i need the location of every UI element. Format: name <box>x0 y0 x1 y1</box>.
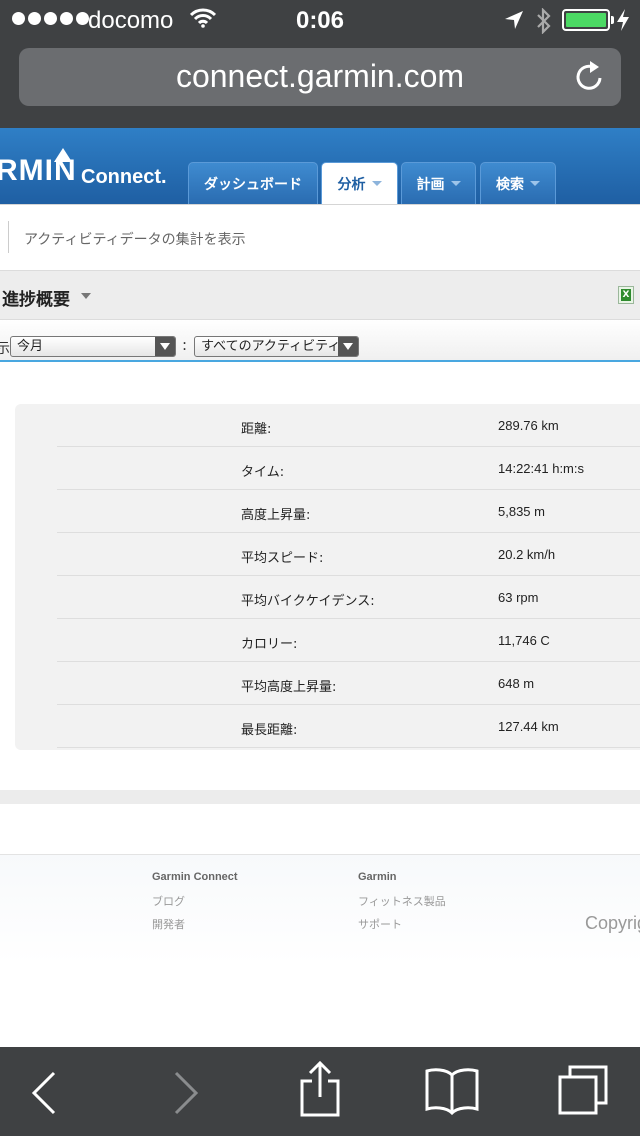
filter-bar: 示 今月 すべてのアクティビティ <box>0 320 640 362</box>
garmin-triangle-icon <box>54 148 72 162</box>
stat-value: 11,746 C <box>498 633 550 648</box>
filter-separator: : <box>182 336 188 354</box>
battery-icon <box>562 9 614 31</box>
stat-row-avg-speed: 平均スピード: 20.2 km/h <box>57 533 640 576</box>
section-title[interactable]: 進捗概要 <box>2 285 70 310</box>
stat-value: 5,835 m <box>498 504 545 519</box>
stat-label: カロリー: <box>241 637 298 652</box>
chevron-down-icon <box>530 181 540 186</box>
stat-row-elevation-gain: 高度上昇量: 5,835 m <box>57 490 640 533</box>
page-description: アクティビティデータの集計を表示 <box>24 232 246 248</box>
stat-value: 127.44 km <box>498 719 559 734</box>
copyright-text: Copyrig <box>585 913 640 933</box>
chevron-down-icon <box>450 181 461 186</box>
stat-label: 高度上昇量: <box>241 508 311 523</box>
subheader: アクティビティデータの集計を表示 <box>0 204 640 270</box>
stat-value: 63 rpm <box>498 590 539 605</box>
dropdown-arrow-icon <box>338 337 358 356</box>
footer-heading: Garmin Connect <box>152 871 238 883</box>
stat-row-longest-distance: 最長距離: 127.44 km <box>57 705 640 748</box>
stat-value: 20.2 km/h <box>498 547 556 562</box>
tab-label: ダッシュボード <box>204 176 302 193</box>
chevron-down-icon[interactable] <box>81 293 91 299</box>
address-bar[interactable]: connect.garmin.com <box>19 48 621 106</box>
share-icon[interactable] <box>298 1061 342 1117</box>
stat-label: 平均高度上昇量: <box>241 680 337 695</box>
section-header: 進捗概要 X <box>0 270 640 320</box>
forward-icon[interactable] <box>172 1071 200 1115</box>
period-select[interactable]: 今月 <box>10 336 176 357</box>
footer-link-support[interactable]: サポート <box>358 916 402 932</box>
tab-plan[interactable]: 計画 <box>401 162 476 204</box>
tabs-icon[interactable] <box>556 1065 612 1117</box>
footer-link-blog[interactable]: ブログ <box>152 893 185 909</box>
stat-label: 平均バイクケイデンス: <box>241 594 375 609</box>
location-arrow-icon <box>505 11 523 29</box>
footer-link-developers[interactable]: 開発者 <box>152 916 185 932</box>
period-select-value: 今月 <box>17 339 44 354</box>
stat-row-avg-elevation-gain: 平均高度上昇量: 648 m <box>57 662 640 705</box>
tab-label: 分析 <box>337 176 366 193</box>
back-icon[interactable] <box>30 1071 58 1115</box>
footer-link-fitness-products[interactable]: フィットネス製品 <box>358 893 446 909</box>
stat-label: 距離: <box>241 422 272 437</box>
tab-label: 検索 <box>496 176 524 193</box>
stat-row-calories: カロリー: 11,746 C <box>57 619 640 662</box>
stat-value: 14:22:41 h:m:s <box>498 461 584 476</box>
divider <box>8 221 9 253</box>
stats-table: 距離: 289.76 km タイム: 14:22:41 h:m:s 高度上昇量:… <box>15 404 640 750</box>
browser-toolbar <box>0 1047 640 1136</box>
bookmarks-icon[interactable] <box>424 1067 480 1117</box>
bluetooth-icon <box>537 8 551 34</box>
stat-label: 最長距離: <box>241 723 298 738</box>
stat-value: 289.76 km <box>498 418 559 433</box>
tab-analysis[interactable]: 分析 <box>321 162 398 204</box>
activity-type-select[interactable]: すべてのアクティビティ <box>194 336 359 357</box>
stat-row-avg-cadence: 平均バイクケイデンス: 63 rpm <box>57 576 640 619</box>
reload-icon[interactable] <box>575 60 605 92</box>
charging-bolt-icon <box>617 9 629 31</box>
dropdown-arrow-icon <box>155 337 175 356</box>
tab-label: 計画 <box>416 176 445 193</box>
footer-heading: Garmin <box>358 871 397 883</box>
stat-value: 648 m <box>498 676 535 691</box>
stat-label: 平均スピード: <box>241 551 324 566</box>
activity-select-value: すべてのアクティビティ <box>201 339 341 354</box>
garmin-connect-wordmark: Connect. <box>81 166 167 188</box>
excel-export-icon[interactable]: X <box>618 286 634 304</box>
site-footer: Garmin Connect ブログ 開発者 Garmin フィットネス製品 サ… <box>0 854 640 964</box>
url-text: connect.garmin.com <box>175 58 465 94</box>
status-bar: docomo 0:06 <box>0 0 640 40</box>
stat-row-distance: 距離: 289.76 km <box>57 404 640 447</box>
browser-chrome: docomo 0:06 connect.garmin.com <box>0 0 640 128</box>
section-divider <box>0 790 640 804</box>
chevron-down-icon <box>371 181 382 186</box>
stat-label: タイム: <box>241 465 285 480</box>
stat-row-time: タイム: 14:22:41 h:m:s <box>57 447 640 490</box>
tab-search[interactable]: 検索 <box>480 162 556 204</box>
tab-dashboard[interactable]: ダッシュボード <box>188 162 318 204</box>
period-label: 示 <box>0 341 10 357</box>
